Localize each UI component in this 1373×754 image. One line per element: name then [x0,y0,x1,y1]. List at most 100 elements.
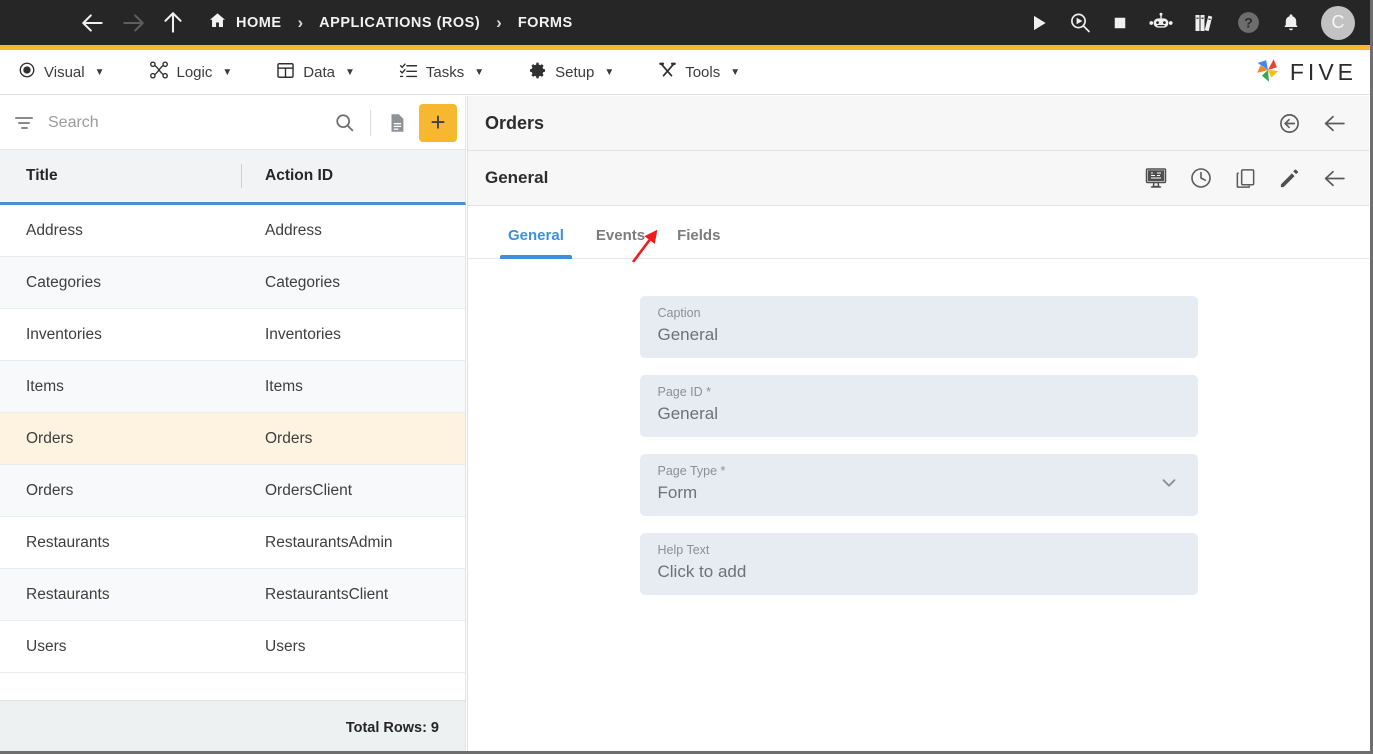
table-row[interactable]: Orders OrdersClient [0,465,465,517]
field-help-text[interactable]: Help Text Click to add [639,533,1198,595]
cell-action-id: Inventories [265,325,341,343]
five-pinwheel-icon [1253,55,1283,90]
search-icon[interactable] [328,107,360,139]
field-label: Page ID * [657,385,712,399]
breadcrumb-item-applications[interactable]: APPLICATIONS (ROS) [319,15,480,31]
chevron-down-icon: ▼ [604,66,615,78]
cell-title: Users [26,637,67,655]
gear-icon [528,61,547,84]
list-column-headers: Title Action ID [0,150,466,205]
general-form: Caption General Page ID * General Page Type … [468,259,1369,754]
search-toolbar: + [0,96,466,150]
total-rows-label: Total Rows: 9 [0,700,466,754]
document-icon[interactable] [381,107,413,139]
cell-action-id: Address [265,221,322,239]
menu-label-tools: Tools [685,63,721,81]
cell-title: Items [26,377,64,395]
cell-title: Restaurants [26,533,110,551]
menu-label-visual: Visual [44,63,85,81]
back-arrow-icon[interactable] [80,10,106,36]
help-icon[interactable]: ? [1236,10,1261,35]
menu-item-logic[interactable]: Logic ▼ [127,50,255,95]
column-header-title[interactable]: Title [0,150,241,202]
tab-general[interactable]: General [492,227,580,259]
checklist-icon [399,61,418,84]
field-value: General [657,325,718,344]
hamburger-menu-icon[interactable] [28,14,52,31]
tab-events[interactable]: Events [580,227,661,258]
brand-logo: FIVE [1253,55,1373,90]
field-page-id[interactable]: Page ID * General [639,375,1198,437]
table-row[interactable]: Orders Orders [0,413,465,465]
run-icon[interactable] [1029,13,1049,33]
up-arrow-icon[interactable] [160,10,186,36]
breadcrumb-label-home: HOME [236,14,282,31]
back-arrow-icon[interactable] [1322,111,1347,136]
cell-action-id: Categories [265,273,340,291]
chevron-down-icon: ▼ [474,66,485,78]
menu-item-tools[interactable]: Tools ▼ [636,50,762,95]
field-caption[interactable]: Caption General [639,296,1198,358]
cell-action-id: Orders [265,429,313,447]
table-row[interactable]: Address Address [0,205,465,257]
cell-title: Restaurants [26,585,110,603]
edit-pencil-icon[interactable] [1278,167,1301,190]
chevron-down-icon[interactable] [1158,472,1180,499]
tab-fields[interactable]: Fields [661,227,736,258]
debug-icon[interactable] [1068,11,1092,35]
bell-icon[interactable] [1280,12,1302,34]
breadcrumb-item-home[interactable]: HOME [208,11,282,35]
cell-title: Categories [26,273,101,291]
menu-item-setup[interactable]: Setup ▼ [506,50,636,95]
home-icon [208,11,227,35]
cell-title: Inventories [26,325,102,343]
table-row[interactable]: Items Items [0,361,465,413]
forms-list-body: Address Address Categories Categories Invent… [0,205,466,700]
cell-action-id: RestaurantsAdmin [265,533,393,551]
filter-icon[interactable] [14,116,34,129]
chevron-down-icon: ▼ [222,66,233,78]
cell-title: Address [26,221,83,239]
column-header-action-id[interactable]: Action ID [241,150,465,202]
detail-header-actions [1278,111,1347,136]
forward-arrow-icon[interactable] [120,10,146,36]
top-navigation-bar: HOME › APPLICATIONS (ROS) › FORMS ? C [0,0,1373,45]
form-detail-panel: Orders General General Events Fields Cap… [467,96,1369,754]
page-subtitle: General [485,168,549,187]
menu-item-visual[interactable]: Visual ▼ [0,50,127,95]
menu-label-logic: Logic [176,63,213,81]
breadcrumb-separator: › [496,12,502,32]
library-icon[interactable] [1193,11,1217,35]
table-row[interactable]: Restaurants RestaurantsAdmin [0,517,465,569]
back-arrow-icon[interactable] [1322,166,1347,191]
table-row[interactable]: Categories Categories [0,257,465,309]
eye-icon [18,61,36,83]
detail-tabs: General Events Fields [468,206,1369,259]
table-row[interactable]: Users Users [0,621,465,673]
field-page-type[interactable]: Page Type * Form [639,454,1198,516]
table-row[interactable]: Inventories Inventories [0,309,465,361]
menu-item-data[interactable]: Data ▼ [254,50,377,95]
add-form-button[interactable]: + [419,103,457,142]
breadcrumb-separator: › [297,12,304,32]
revert-icon[interactable] [1278,112,1301,135]
menu-item-tasks[interactable]: Tasks ▼ [377,50,506,95]
chevron-down-icon: ▼ [730,66,741,78]
cell-title: Orders [26,429,74,447]
robot-icon[interactable] [1148,10,1174,36]
breadcrumb-item-forms[interactable]: FORMS [518,15,573,31]
cell-action-id: OrdersClient [265,481,352,499]
chevron-down-icon: ▼ [344,66,355,78]
avatar[interactable]: C [1321,5,1355,40]
stop-icon[interactable] [1111,14,1129,32]
tools-icon [658,61,677,84]
history-clock-icon[interactable] [1189,166,1213,190]
cell-title: Orders [26,481,74,499]
menu-label-data: Data [303,63,335,81]
menu-label-tasks: Tasks [425,63,465,81]
field-label: Help Text [657,543,710,557]
search-input[interactable] [34,113,328,132]
display-preview-icon[interactable] [1144,166,1168,190]
table-row[interactable]: Restaurants RestaurantsClient [0,569,465,621]
duplicate-icon[interactable] [1234,167,1257,190]
